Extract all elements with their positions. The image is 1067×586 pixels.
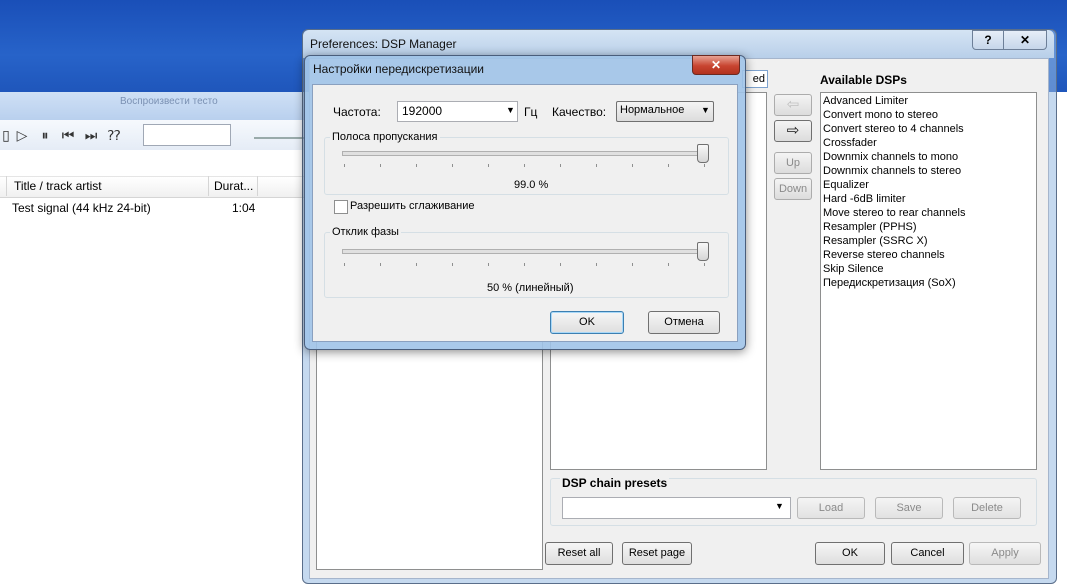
reset-all-button[interactable]: Reset all	[545, 542, 613, 565]
random-icon[interactable]: ⁇	[106, 127, 122, 143]
slider-tick	[452, 263, 453, 266]
dsp-manager-title: Preferences: DSP Manager	[310, 37, 457, 51]
column-separator[interactable]	[6, 176, 7, 196]
quality-value[interactable]: Нормальное	[620, 104, 684, 116]
list-item[interactable]: Reverse stereo channels	[823, 248, 945, 262]
smoothing-label[interactable]: Разрешить сглаживание	[350, 200, 475, 212]
previous-icon[interactable]: ⏮	[60, 127, 76, 143]
slider-tick	[560, 164, 561, 167]
dsp-close-button[interactable]: ✕	[1003, 30, 1047, 50]
slider-tick	[704, 263, 705, 266]
slider-tick	[632, 164, 633, 167]
column-title-artist[interactable]: Title / track artist	[14, 179, 102, 193]
list-item[interactable]: Skip Silence	[823, 262, 884, 276]
chevron-down-icon[interactable]: ▼	[506, 105, 515, 115]
save-preset-button[interactable]: Save	[875, 497, 943, 519]
resampler-close-button[interactable]: ✕	[692, 55, 740, 75]
slider-tick	[632, 263, 633, 266]
chevron-down-icon[interactable]: ▼	[701, 105, 710, 115]
player-search-input[interactable]	[143, 124, 231, 146]
slider-tick	[344, 164, 345, 167]
hz-label: Гц	[524, 105, 538, 119]
slider-tick	[488, 164, 489, 167]
smoothing-checkbox[interactable]	[334, 200, 348, 214]
bandwidth-slider-thumb[interactable]	[697, 144, 709, 163]
available-dsps-title: Available DSPs	[820, 73, 907, 87]
help-button[interactable]: ?	[972, 30, 1004, 50]
list-item[interactable]: Equalizer	[823, 178, 869, 192]
list-item[interactable]: Convert mono to stereo	[823, 108, 938, 122]
slider-tick	[452, 164, 453, 167]
slider-tick	[524, 263, 525, 266]
column-duration[interactable]: Durat...	[214, 179, 253, 193]
slider-tick	[416, 164, 417, 167]
slider-tick	[560, 263, 561, 266]
dsp-ok-button[interactable]: OK	[815, 542, 885, 565]
bandwidth-label: Полоса пропускания	[330, 131, 440, 143]
chevron-down-icon[interactable]: ▼	[775, 501, 784, 511]
list-item[interactable]: Crossfader	[823, 136, 877, 150]
load-preset-button[interactable]: Load	[797, 497, 865, 519]
slider-tick	[596, 263, 597, 266]
playlist-area	[0, 150, 305, 586]
resampler-title: Настройки передискретизации	[313, 62, 484, 76]
delete-preset-button[interactable]: Delete	[953, 497, 1021, 519]
list-item[interactable]: Hard -6dB limiter	[823, 192, 906, 206]
resampler-cancel-button[interactable]: Отмена	[648, 311, 720, 334]
bandwidth-value: 99.0 %	[514, 179, 549, 191]
stop-icon[interactable]: ▯	[0, 127, 14, 143]
list-item[interactable]: Move stereo to rear channels	[823, 206, 965, 220]
playlist-row-title[interactable]: Test signal (44 kHz 24-bit)	[12, 201, 151, 215]
move-up-button[interactable]: Up	[774, 152, 812, 174]
slider-tick	[344, 263, 345, 266]
list-item[interactable]: Advanced Limiter	[823, 94, 908, 108]
player-menubar-text: Воспроизвести тесто	[120, 96, 218, 107]
bandwidth-slider-track[interactable]	[342, 151, 708, 156]
pause-icon[interactable]: ⏸	[37, 127, 53, 143]
frequency-label: Частота:	[333, 105, 381, 119]
column-separator[interactable]	[208, 176, 209, 196]
presets-title: DSP chain presets	[560, 476, 670, 490]
resampler-client	[312, 84, 738, 342]
slider-tick	[596, 164, 597, 167]
slider-tick	[380, 164, 381, 167]
frequency-value[interactable]: 192000	[402, 104, 442, 118]
playlist-row-duration[interactable]: 1:04	[232, 201, 255, 215]
phase-slider-track[interactable]	[342, 249, 708, 254]
slider-tick	[668, 263, 669, 266]
add-dsp-arrow-icon[interactable]: ⇨	[774, 120, 812, 142]
phase-slider-thumb[interactable]	[697, 242, 709, 261]
slider-tick	[416, 263, 417, 266]
move-down-button[interactable]: Down	[774, 178, 812, 200]
slider-tick	[704, 164, 705, 167]
reset-page-button[interactable]: Reset page	[622, 542, 692, 565]
phase-value: 50 % (линейный)	[487, 282, 574, 294]
list-item[interactable]: Передискретизация (SoX)	[823, 276, 956, 290]
list-item[interactable]: Resampler (SSRC X)	[823, 234, 928, 248]
slider-tick	[668, 164, 669, 167]
phase-response-label: Отклик фазы	[330, 226, 401, 238]
remove-dsp-arrow-icon[interactable]: ⇦	[774, 94, 812, 116]
play-icon[interactable]: ▷	[14, 127, 30, 143]
next-icon[interactable]: ⏭	[83, 127, 99, 143]
list-item[interactable]: Downmix channels to mono	[823, 150, 958, 164]
quality-label: Качество:	[552, 105, 607, 119]
seek-bar[interactable]	[254, 137, 304, 139]
slider-tick	[380, 263, 381, 266]
column-separator[interactable]	[257, 176, 258, 196]
slider-tick	[488, 263, 489, 266]
dsp-cancel-button[interactable]: Cancel	[891, 542, 964, 565]
dsp-apply-button[interactable]: Apply	[969, 542, 1041, 565]
slider-tick	[524, 164, 525, 167]
list-item[interactable]: Convert stereo to 4 channels	[823, 122, 964, 136]
list-item[interactable]: Resampler (PPHS)	[823, 220, 917, 234]
resampler-ok-button[interactable]: OK	[550, 311, 624, 334]
list-item[interactable]: Downmix channels to stereo	[823, 164, 961, 178]
preset-combo[interactable]	[562, 497, 791, 519]
